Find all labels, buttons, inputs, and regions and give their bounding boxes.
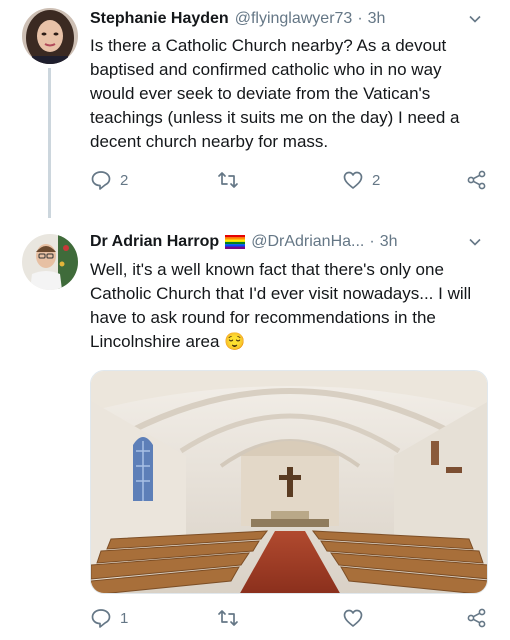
chevron-down-icon[interactable] xyxy=(468,12,482,26)
user-handle[interactable]: @flyinglawyer73 xyxy=(235,10,353,28)
display-name[interactable]: Dr Adrian Harrop xyxy=(90,233,219,251)
church-interior-image xyxy=(91,371,487,593)
reply-count: 1 xyxy=(120,609,129,627)
retweet-icon xyxy=(218,610,238,626)
tweet-text: Well, it's a well known fact that there'… xyxy=(90,258,488,354)
timestamp[interactable]: 3h xyxy=(368,10,386,28)
display-name[interactable]: Stephanie Hayden xyxy=(90,10,229,28)
like-button[interactable]: 2 xyxy=(342,168,380,192)
tweet-photo-church-interior[interactable] xyxy=(90,370,488,594)
chevron-down-icon[interactable] xyxy=(468,235,482,249)
heart-icon xyxy=(343,171,363,189)
thread-line xyxy=(48,68,51,218)
retweet-icon xyxy=(218,172,238,188)
like-count: 2 xyxy=(372,171,381,189)
tweet-1[interactable]: Stephanie Hayden @flyinglawyer73 · 3h Is… xyxy=(0,0,510,218)
avatar[interactable] xyxy=(22,8,78,64)
share-icon xyxy=(467,170,486,190)
tweet-text: Is there a Catholic Church nearby? As a … xyxy=(90,36,460,151)
reply-button[interactable]: 2 xyxy=(90,168,128,192)
tweet-text-content: Well, it's a well known fact that there'… xyxy=(90,260,472,351)
timestamp[interactable]: 3h xyxy=(380,233,398,251)
user-handle[interactable]: @DrAdrianHa... xyxy=(251,233,364,251)
tweet-actions: 1 xyxy=(90,606,490,630)
tweet-2[interactable]: Dr Adrian Harrop @DrAdrianHa... · 3h Wel… xyxy=(0,210,510,640)
rainbow-flag-icon xyxy=(225,235,246,249)
separator-dot: · xyxy=(357,10,363,27)
reply-icon xyxy=(91,171,111,190)
retweet-button[interactable] xyxy=(217,606,247,630)
share-button[interactable] xyxy=(466,168,488,192)
relieved-face-emoji: 😌 xyxy=(224,332,246,351)
share-button[interactable] xyxy=(466,606,488,630)
like-button[interactable] xyxy=(342,606,372,630)
reply-icon xyxy=(91,609,111,628)
tweet-header: Dr Adrian Harrop @DrAdrianHa... · 3h xyxy=(90,230,490,254)
tweet-actions: 2 2 xyxy=(90,168,490,192)
heart-icon xyxy=(343,609,363,627)
share-icon xyxy=(467,608,486,628)
separator-dot: · xyxy=(369,233,375,250)
tweet-header: Stephanie Hayden @flyinglawyer73 · 3h xyxy=(90,7,490,31)
avatar[interactable] xyxy=(22,234,78,290)
reply-count: 2 xyxy=(120,171,129,189)
retweet-button[interactable] xyxy=(217,168,247,192)
reply-button[interactable]: 1 xyxy=(90,606,128,630)
